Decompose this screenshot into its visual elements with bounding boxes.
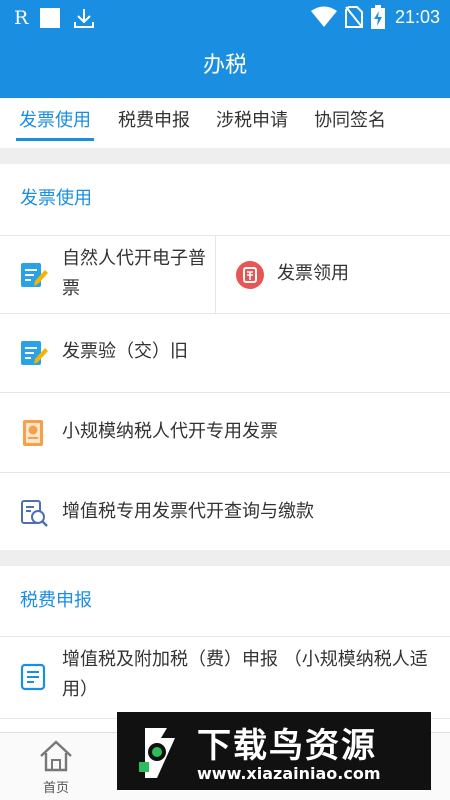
home-icon (40, 740, 72, 772)
invoice-verify-label: 发票验（交）旧 (62, 341, 188, 362)
nav-home-label: 首页 (42, 781, 69, 796)
small-scale-special-invoice-item[interactable]: 小规模纳税人代开专用发票 (0, 392, 450, 472)
search-document-icon (21, 500, 48, 527)
nav-home[interactable]: 首页 (16, 733, 96, 800)
document-edit-icon (21, 341, 48, 365)
tab-tax-declaration[interactable]: 税费申报 (118, 106, 190, 132)
download-icon (74, 9, 95, 28)
wifi-icon (310, 6, 337, 27)
tab-collaborative-signature[interactable]: 协同签名 (314, 106, 386, 132)
red-seal-icon (236, 261, 264, 289)
carrier-glyph: R (14, 7, 29, 29)
active-tab-indicator (16, 138, 94, 141)
watermark-url: www.xiazainiao.com (197, 764, 381, 783)
invoice-receive-item[interactable]: 发票领用 (216, 236, 450, 314)
invoice-verify-item[interactable]: 发票验（交）旧 (0, 313, 450, 392)
invoice-row-1: 自然人代开电子普 票 发票领用 (0, 235, 450, 314)
no-sim-icon (344, 6, 363, 28)
vat-invoice-query-payment-label: 增值税专用发票代开查询与缴款 (62, 501, 314, 522)
section-title-tax-declaration: 税费申报 (20, 590, 92, 611)
small-scale-special-invoice-label: 小规模纳税人代开专用发票 (62, 421, 278, 442)
invoice-section: 发票使用 自然人代开电子普 票 发票领用 发票验（交）旧 小规模纳税人代开专用发… (0, 164, 450, 550)
tax-declaration-section: 税费申报 增值税及附加税（费）申报 （小规模纳税人适 用） (0, 566, 450, 732)
vat-invoice-query-payment-item[interactable]: 增值税专用发票代开查询与缴款 (0, 472, 450, 550)
page-title: 办税 (202, 53, 247, 78)
invoice-receive-label: 发票领用 (277, 263, 349, 284)
square-icon (40, 8, 61, 28)
natural-person-e-invoice-item[interactable]: 自然人代开电子普 票 (0, 236, 215, 314)
watermark-banner: 下载鸟资源 www.xiazainiao.com (117, 712, 431, 790)
vat-surcharge-declaration-label-line1: 增值税及附加税（费）申报 （小规模纳税人适 (62, 649, 428, 670)
section-title-invoice: 发票使用 (20, 188, 92, 209)
form-icon (20, 663, 46, 691)
watermark-title: 下载鸟资源 (197, 726, 377, 766)
status-bar: R 21:03 (0, 0, 450, 34)
certificate-icon (23, 420, 43, 446)
vat-surcharge-declaration-label-line2: 用） (62, 679, 98, 700)
status-time: 21:03 (394, 7, 440, 27)
tab-invoice-use[interactable]: 发票使用 (19, 106, 91, 132)
bird-logo-icon (139, 728, 175, 778)
tab-tax-application[interactable]: 涉税申请 (216, 106, 288, 132)
document-edit-icon (21, 263, 48, 287)
natural-person-e-invoice-label-line1: 自然人代开电子普 (62, 248, 206, 269)
battery-charging-icon (370, 5, 385, 29)
vat-surcharge-declaration-item[interactable]: 增值税及附加税（费）申报 （小规模纳税人适 用） (0, 636, 450, 718)
app-bar: 办税 (0, 34, 450, 98)
natural-person-e-invoice-label-line2: 票 (62, 278, 80, 299)
tab-bar: 发票使用 税费申报 涉税申请 协同签名 (0, 98, 450, 148)
